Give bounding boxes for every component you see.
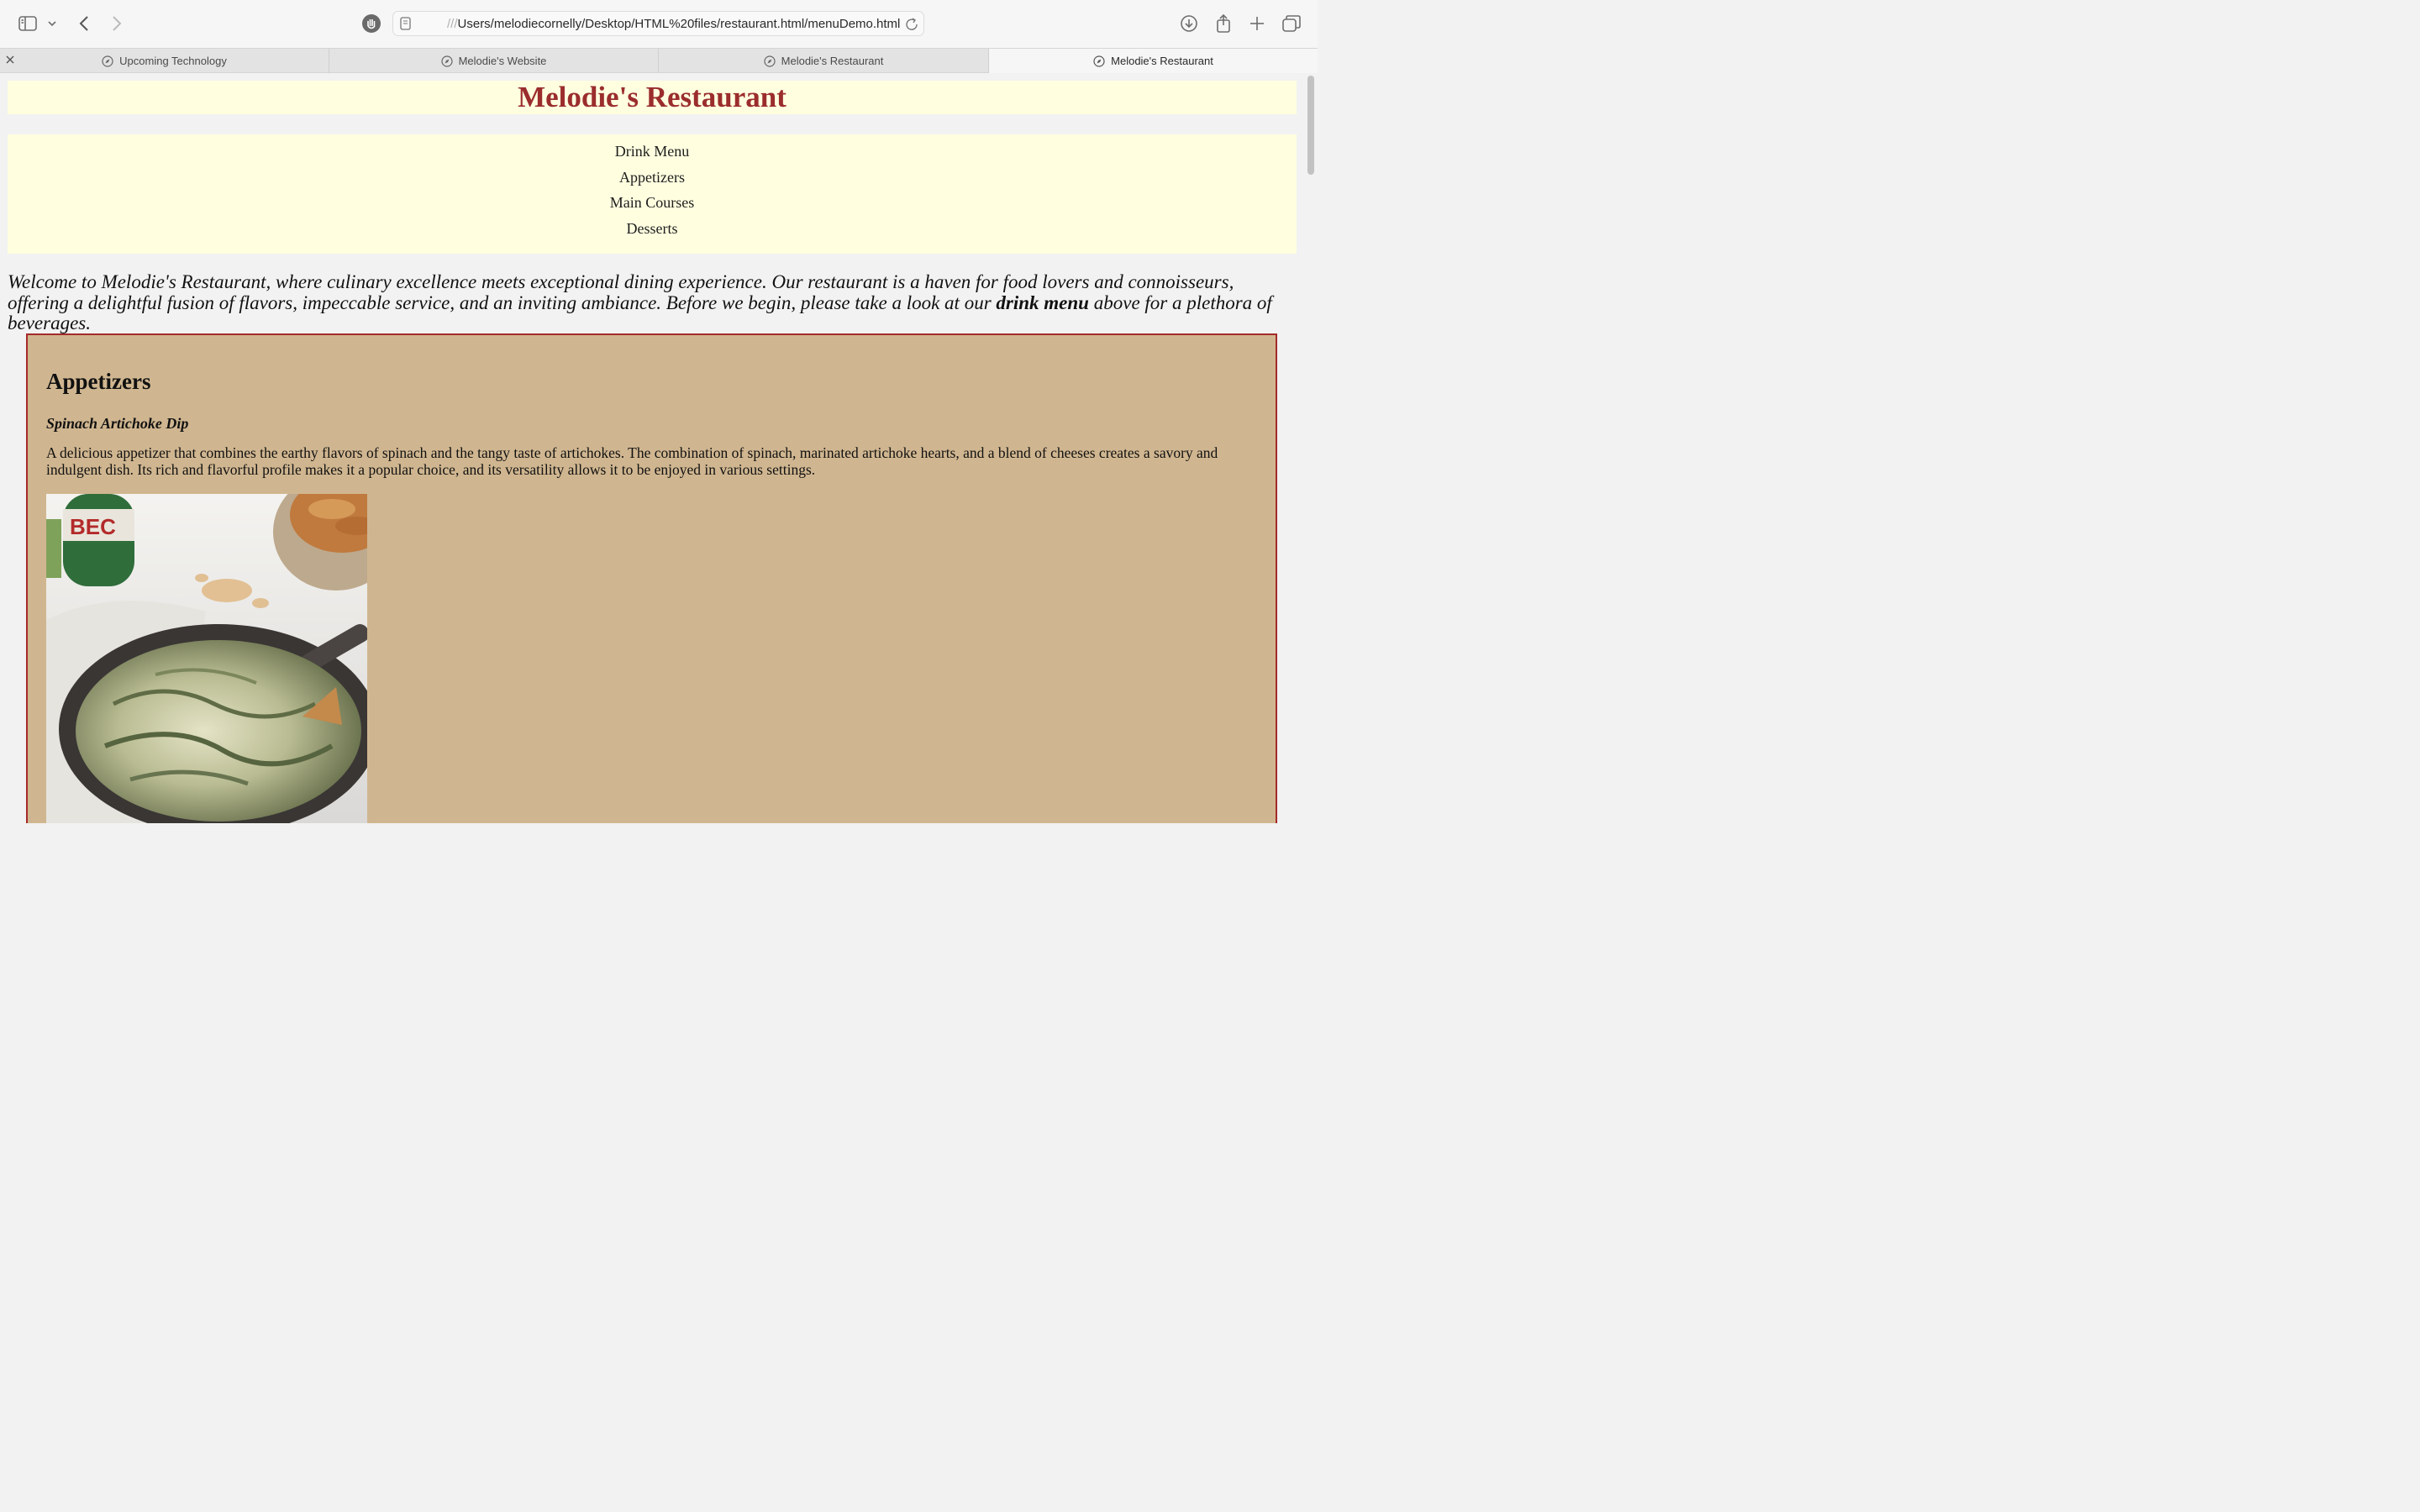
welcome-text-bold: drink menu xyxy=(996,291,1089,313)
forward-icon[interactable] xyxy=(105,12,129,35)
tab-bar: Upcoming Technology Melodie's Website Me… xyxy=(0,48,1318,73)
compass-icon xyxy=(764,55,776,67)
svg-text:BEC: BEC xyxy=(70,514,116,539)
page-scrollbar[interactable] xyxy=(1304,74,1318,823)
tab-label: Melodie's Restaurant xyxy=(1111,55,1213,67)
sidebar-icon[interactable] xyxy=(16,12,39,35)
tab-upcoming-technology[interactable]: Upcoming Technology xyxy=(0,49,329,73)
browser-toolbar: ///Users/melodiecornelly/Desktop/HTML%20… xyxy=(0,0,1318,48)
compass-icon xyxy=(102,55,113,67)
scrollbar-thumb[interactable] xyxy=(1307,76,1314,175)
tab-melodies-website[interactable]: Melodie's Website xyxy=(329,49,659,73)
close-icon[interactable] xyxy=(5,55,17,66)
nav-link-drink-menu[interactable]: Drink Menu xyxy=(8,139,1297,165)
url-text[interactable]: ///Users/melodiecornelly/Desktop/HTML%20… xyxy=(447,17,900,31)
url-prefix: /// xyxy=(447,17,458,31)
nav-link-appetizers[interactable]: Appetizers xyxy=(8,165,1297,191)
privacy-shield-icon[interactable] xyxy=(360,12,383,35)
url-path: Users/melodiecornelly/Desktop/HTML%20fil… xyxy=(457,17,901,31)
tab-overview-icon[interactable] xyxy=(1280,12,1303,35)
spinach-dip-image: BEC xyxy=(46,494,367,823)
menu-item-name: Spinach Artichoke Dip xyxy=(46,415,189,432)
tab-label: Upcoming Technology xyxy=(119,55,227,67)
new-tab-icon[interactable] xyxy=(1245,12,1269,35)
welcome-text: Welcome to Melodie's Restaurant, where c… xyxy=(8,271,1293,334)
chevron-down-icon[interactable] xyxy=(42,12,62,35)
page-title: Melodie's Restaurant xyxy=(518,81,786,113)
compass-icon xyxy=(1093,55,1105,67)
appetizers-section: Appetizers Spinach Artichoke Dip A delic… xyxy=(26,333,1277,823)
section-heading: Appetizers xyxy=(46,369,151,394)
tab-label: Melodie's Website xyxy=(458,55,547,67)
menu-item-description: A delicious appetizer that combines the … xyxy=(46,444,1218,478)
site-nav: Drink Menu Appetizers Main Courses Desse… xyxy=(8,134,1297,254)
address-bar[interactable]: ///Users/melodiecornelly/Desktop/HTML%20… xyxy=(392,11,924,36)
compass-icon xyxy=(440,55,453,67)
tab-melodies-restaurant-active[interactable]: Melodie's Restaurant xyxy=(989,49,1318,73)
share-icon[interactable] xyxy=(1212,12,1235,35)
back-icon[interactable] xyxy=(72,12,96,35)
tab-label: Melodie's Restaurant xyxy=(781,55,884,67)
nav-link-main-courses[interactable]: Main Courses xyxy=(8,190,1297,216)
tab-melodies-restaurant[interactable]: Melodie's Restaurant xyxy=(659,49,989,73)
reload-icon[interactable] xyxy=(906,18,918,35)
web-page: Melodie's Restaurant Drink Menu Appetize… xyxy=(0,74,1304,823)
download-icon[interactable] xyxy=(1177,12,1201,35)
reader-icon[interactable] xyxy=(400,17,412,34)
nav-link-desserts[interactable]: Desserts xyxy=(8,216,1297,242)
site-header: Melodie's Restaurant xyxy=(8,81,1297,114)
